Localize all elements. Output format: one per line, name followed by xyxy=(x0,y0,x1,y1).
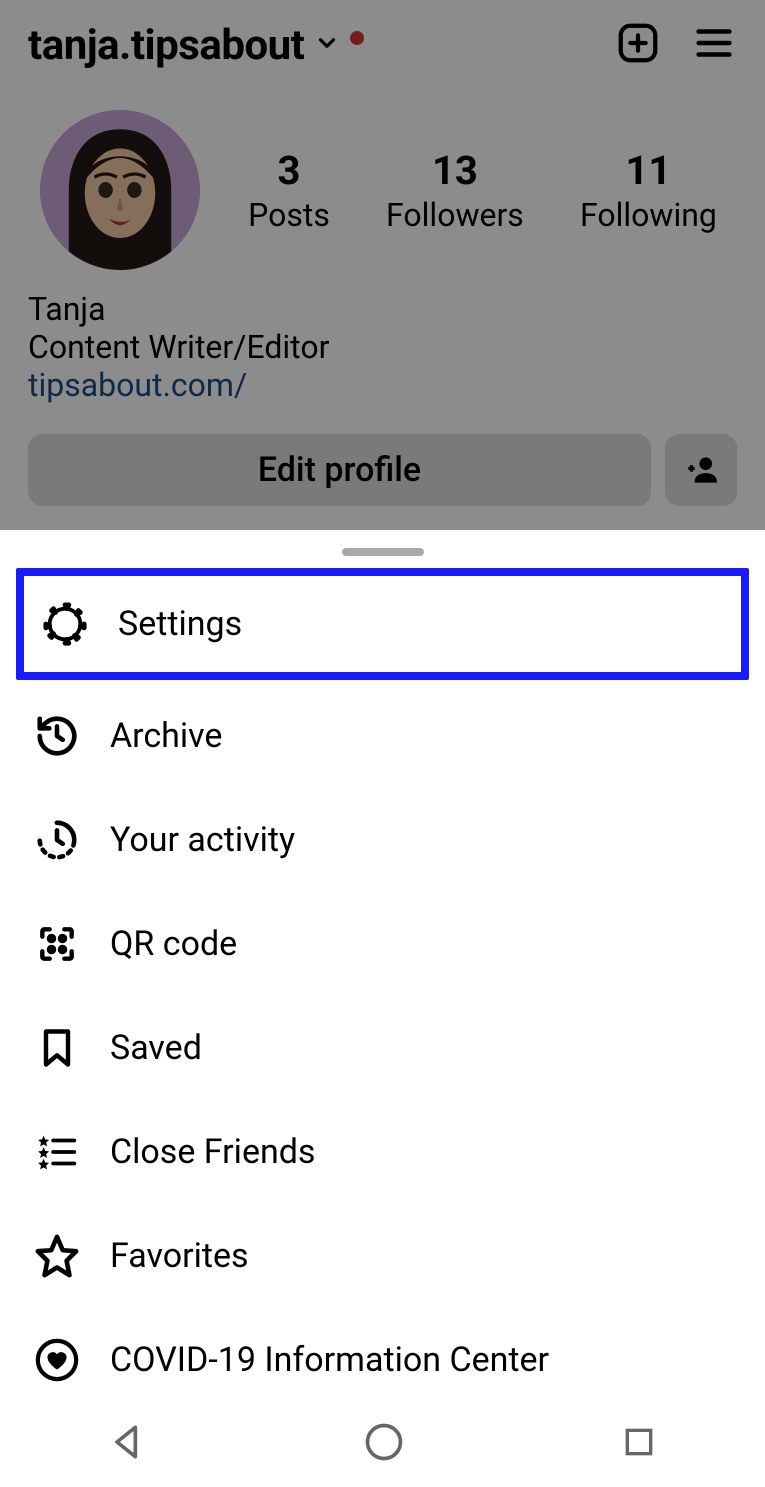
menu-item-archive-label: Archive xyxy=(110,716,222,756)
menu-item-covid-label: COVID-19 Information Center xyxy=(110,1340,549,1380)
menu-item-saved-label: Saved xyxy=(110,1028,202,1068)
bookmark-icon xyxy=(32,1023,82,1073)
menu-sheet: Settings Archive Your activity QR c xyxy=(0,530,765,1487)
menu-item-close-friends-label: Close Friends xyxy=(110,1132,315,1172)
menu-list: Settings Archive Your activity QR c xyxy=(0,568,765,1412)
menu-item-qr[interactable]: QR code xyxy=(16,892,749,996)
activity-icon xyxy=(32,815,82,865)
menu-item-close-friends[interactable]: Close Friends xyxy=(16,1100,749,1204)
history-icon xyxy=(32,711,82,761)
menu-item-favorites[interactable]: Favorites xyxy=(16,1204,749,1308)
star-list-icon xyxy=(32,1127,82,1177)
nav-recent-icon[interactable] xyxy=(619,1422,659,1462)
menu-item-settings-label: Settings xyxy=(118,604,242,644)
star-icon xyxy=(32,1231,82,1281)
menu-item-saved[interactable]: Saved xyxy=(16,996,749,1100)
gear-icon xyxy=(40,599,90,649)
menu-item-activity[interactable]: Your activity xyxy=(16,788,749,892)
menu-item-settings[interactable]: Settings xyxy=(24,576,741,672)
qr-icon xyxy=(32,919,82,969)
screen: tanja.tipsabout xyxy=(0,0,765,1487)
menu-item-favorites-label: Favorites xyxy=(110,1236,249,1276)
menu-item-qr-label: QR code xyxy=(110,924,237,964)
nav-back-icon[interactable] xyxy=(106,1420,150,1464)
system-nav-bar xyxy=(0,1397,765,1487)
sheet-drag-handle[interactable] xyxy=(342,548,424,556)
nav-home-icon[interactable] xyxy=(362,1420,406,1464)
settings-highlight: Settings xyxy=(16,568,749,680)
menu-item-archive[interactable]: Archive xyxy=(16,684,749,788)
modal-overlay[interactable] xyxy=(0,0,765,530)
menu-item-activity-label: Your activity xyxy=(110,820,295,860)
heart-circle-icon xyxy=(32,1335,82,1385)
